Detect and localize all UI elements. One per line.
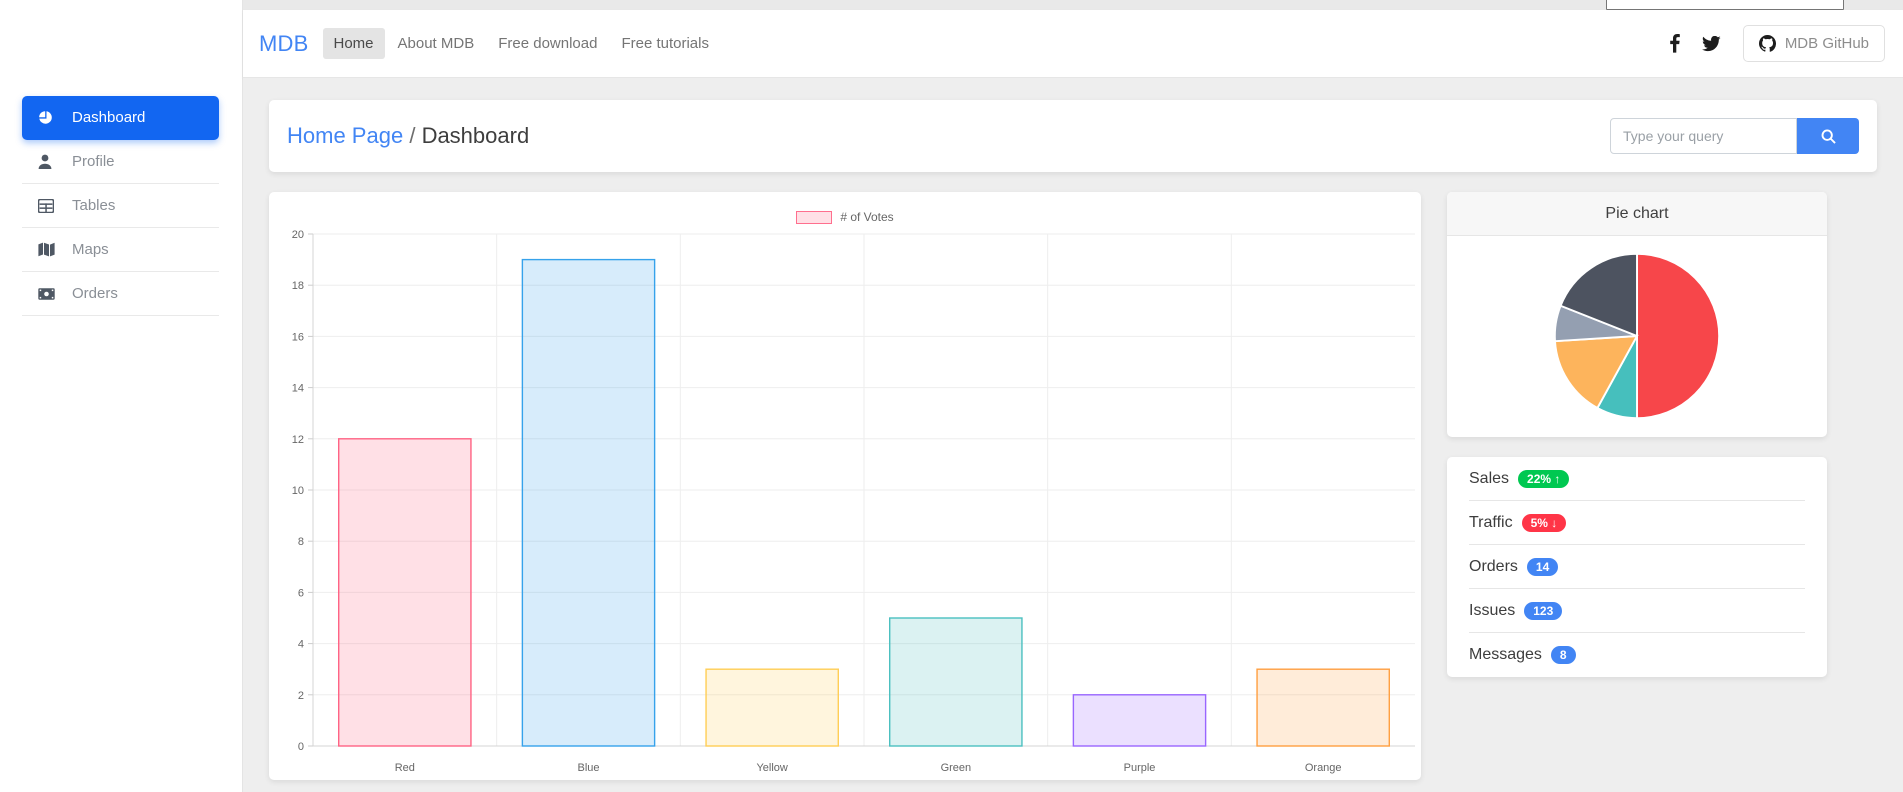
svg-text:14: 14 <box>292 383 304 395</box>
nav-link-free-tutorials[interactable]: Free tutorials <box>610 28 720 59</box>
stats-item-label: Sales <box>1469 470 1509 488</box>
sidebar-item-label: Dashboard <box>72 109 145 126</box>
page-header-card: Home Page / Dashboard <box>269 100 1877 172</box>
stats-list-item[interactable]: Issues 123 <box>1469 589 1805 633</box>
sidebar-item-tables[interactable]: Tables <box>22 184 219 228</box>
stats-item-badge: 14 <box>1527 558 1558 576</box>
page-root: Dashboard Profile <box>0 0 1903 792</box>
pie-chart-svg <box>1551 250 1723 422</box>
stats-item-label: Orders <box>1469 558 1518 576</box>
page-title: Dashboard <box>422 123 530 148</box>
mdb-github-label: MDB GitHub <box>1785 35 1869 52</box>
stats-list-card: Sales 22% ↑ Traffic 5% ↓ Orders 14 Issues 123 Me… <box>1447 457 1827 677</box>
sidebar-item-label: Orders <box>72 285 118 302</box>
breadcrumb-home-link[interactable]: Home Page <box>287 123 403 148</box>
navbar-right: MDB GitHub <box>1670 25 1885 62</box>
legend-swatch <box>796 211 832 224</box>
bar-chart-x-label: Yellow <box>680 762 864 774</box>
svg-text:16: 16 <box>292 331 304 343</box>
search-group <box>1610 118 1859 154</box>
dashboard-row: # of Votes 0 2 4 6 8 10 12 14 16 18 20 RedBlueYell… <box>269 192 1877 780</box>
pie-chart-title: Pie chart <box>1447 192 1827 236</box>
bar-chart-x-label: Purple <box>1048 762 1232 774</box>
stats-list-item[interactable]: Sales 22% ↑ <box>1469 457 1805 501</box>
sidebar: Dashboard Profile <box>0 0 243 792</box>
bar-chart-plot: 0 2 4 6 8 10 12 14 16 18 20 <box>269 228 1421 768</box>
sidebar-item-label: Tables <box>72 197 115 214</box>
pie-chart-icon <box>38 110 64 126</box>
breadcrumb-separator: / <box>409 123 415 148</box>
facebook-icon[interactable] <box>1670 34 1680 53</box>
bar-chart-svg: 0 2 4 6 8 10 12 14 16 18 20 <box>269 228 1421 768</box>
svg-text:4: 4 <box>298 639 304 651</box>
bar-chart-x-axis-labels: RedBlueYellowGreenPurpleOrange <box>269 762 1421 774</box>
svg-text:6: 6 <box>298 587 304 599</box>
sidebar-menu: Dashboard Profile <box>22 96 219 316</box>
table-icon <box>38 199 64 213</box>
bar-chart-x-label: Orange <box>1231 762 1415 774</box>
main-content: Home Page / Dashboard # of <box>243 78 1903 792</box>
stats-item-label: Traffic <box>1469 514 1513 532</box>
nav-link-about-mdb[interactable]: About MDB <box>387 28 486 59</box>
svg-text:8: 8 <box>298 536 304 548</box>
legend-label: # of Votes <box>840 210 893 224</box>
stats-list-item[interactable]: Traffic 5% ↓ <box>1469 501 1805 545</box>
breadcrumb: Home Page / Dashboard <box>287 123 529 149</box>
sidebar-item-label: Profile <box>72 153 115 170</box>
map-icon <box>38 242 64 257</box>
sidebar-item-profile[interactable]: Profile <box>22 140 219 184</box>
stats-list-item[interactable]: Orders 14 <box>1469 545 1805 589</box>
brand-logo[interactable]: MDB <box>259 31 309 57</box>
sidebar-item-maps[interactable]: Maps <box>22 228 219 272</box>
search-input[interactable] <box>1610 118 1797 154</box>
github-icon <box>1759 35 1776 52</box>
twitter-icon[interactable] <box>1702 36 1721 52</box>
browser-chrome-strip <box>0 0 1903 10</box>
svg-text:2: 2 <box>298 690 304 702</box>
browser-chrome-input[interactable] <box>1606 0 1844 10</box>
stats-item-label: Issues <box>1469 602 1515 620</box>
mdb-github-button[interactable]: MDB GitHub <box>1743 25 1885 62</box>
stats-item-badge: 123 <box>1524 602 1562 620</box>
search-button[interactable] <box>1797 118 1859 154</box>
nav-link-free-download[interactable]: Free download <box>487 28 608 59</box>
stats-item-badge: 22% ↑ <box>1518 470 1569 488</box>
top-navbar: MDB Home About MDB Free download Free tu… <box>243 10 1903 78</box>
pie-slice <box>1637 254 1719 418</box>
stats-item-badge: 8 <box>1551 646 1576 664</box>
bar-chart-legend: # of Votes <box>269 210 1421 224</box>
sidebar-item-dashboard[interactable]: Dashboard <box>22 96 219 140</box>
bar-chart-x-label: Green <box>864 762 1048 774</box>
pie-chart-card: Pie chart <box>1447 192 1827 437</box>
stats-list-item[interactable]: Messages 8 <box>1469 633 1805 677</box>
user-icon <box>38 154 64 170</box>
stats-list: Sales 22% ↑ Traffic 5% ↓ Orders 14 Issues 123 Me… <box>1447 457 1827 677</box>
bar-chart-x-label: Blue <box>497 762 681 774</box>
sidebar-item-orders[interactable]: Orders <box>22 272 219 316</box>
stats-item-label: Messages <box>1469 646 1542 664</box>
nav-link-home[interactable]: Home <box>323 28 385 59</box>
svg-text:0: 0 <box>298 741 304 753</box>
svg-text:10: 10 <box>292 485 304 497</box>
navbar-links: Home About MDB Free download Free tutori… <box>323 28 721 59</box>
bar-chart-card: # of Votes 0 2 4 6 8 10 12 14 16 18 20 RedBlueYell… <box>269 192 1421 780</box>
svg-text:18: 18 <box>292 280 304 292</box>
right-column: Pie chart Sales 22% ↑ Traffic 5% ↓ Orders 14 I… <box>1447 192 1827 780</box>
bar-chart-x-label: Red <box>313 762 497 774</box>
search-icon <box>1821 129 1836 144</box>
svg-text:20: 20 <box>292 229 304 241</box>
svg-text:12: 12 <box>292 434 304 446</box>
stats-item-badge: 5% ↓ <box>1522 514 1567 532</box>
money-bill-icon <box>38 288 64 300</box>
sidebar-item-label: Maps <box>72 241 109 258</box>
pie-chart-body <box>1447 236 1827 436</box>
